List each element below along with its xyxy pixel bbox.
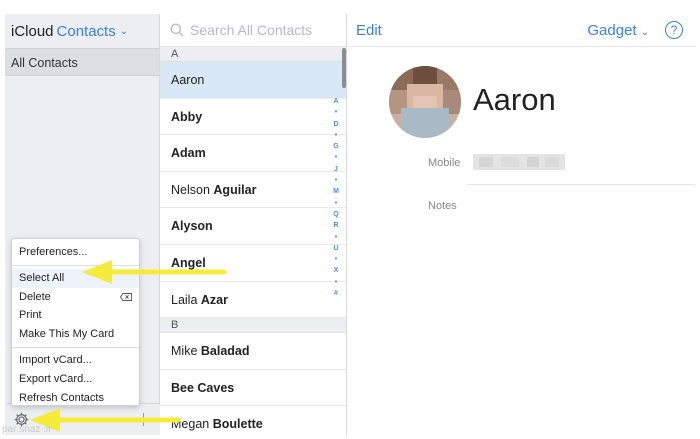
account-name: Gadget: [587, 22, 637, 39]
alphabet-index[interactable]: A • D • G • J • M • Q R • U • X • #: [330, 96, 342, 299]
contact-first-name: Mike: [171, 344, 198, 359]
index-letter[interactable]: X: [330, 265, 342, 276]
contact-detail: Edit Gadget ⌄ ? Aaron Mobile Notes: [348, 14, 695, 435]
index-letter[interactable]: #: [330, 288, 342, 299]
contact-row[interactable]: Mike Baladad: [160, 333, 346, 370]
watermark: par snaz .ir: [2, 424, 52, 435]
delete-key-icon: [120, 292, 132, 301]
menu-divider: [12, 346, 139, 348]
index-letter[interactable]: U: [330, 243, 342, 254]
app-name: iCloud: [11, 22, 54, 40]
section-title[interactable]: Contacts: [57, 23, 116, 40]
search-input[interactable]: Search All Contacts: [190, 22, 312, 38]
contact-last-name: Aguilar: [213, 182, 257, 197]
index-letter[interactable]: R: [330, 220, 342, 231]
edit-button[interactable]: Edit: [356, 22, 382, 39]
contact-last-name: Azar: [200, 292, 228, 307]
index-letter[interactable]: •: [330, 107, 342, 118]
annotation-arrow-select-all: [82, 260, 227, 284]
contact-first-name: Laila: [171, 292, 198, 307]
field-label-notes: Notes: [428, 200, 457, 212]
index-letter[interactable]: •: [330, 254, 342, 265]
index-letter[interactable]: •: [330, 232, 342, 243]
index-letter[interactable]: •: [330, 130, 342, 141]
index-letter[interactable]: •: [330, 152, 342, 163]
group-all-contacts[interactable]: All Contacts: [5, 48, 159, 76]
help-button[interactable]: ?: [665, 21, 683, 39]
contact-row[interactable]: Megan Boulette: [160, 406, 346, 435]
menu-item-export-vcard[interactable]: Export vCard...: [12, 370, 139, 389]
avatar: [389, 66, 461, 138]
account-menu[interactable]: Gadget ⌄: [587, 22, 649, 39]
contact-first-name: Abby: [171, 109, 203, 124]
chevron-down-icon[interactable]: ⌄: [120, 26, 128, 37]
menu-item-import-vcard[interactable]: Import vCard...: [12, 351, 139, 370]
contact-last-name: Baladad: [200, 344, 250, 359]
field-label-mobile: Mobile: [428, 157, 461, 169]
contact-row[interactable]: Nelson Aguilar: [160, 172, 346, 209]
mobile-value-redacted: [473, 154, 565, 170]
contact-row[interactable]: Abby: [160, 99, 346, 136]
chevron-down-icon: ⌄: [640, 27, 649, 38]
index-letter[interactable]: •: [330, 277, 342, 288]
contact-row[interactable]: Adam: [160, 135, 346, 172]
menu-item-print[interactable]: Print: [12, 306, 139, 325]
section-header-b: B: [160, 318, 346, 334]
search-bar[interactable]: Search All Contacts: [160, 14, 346, 47]
index-letter[interactable]: Q: [330, 209, 342, 220]
contact-first-name: Nelson: [171, 182, 210, 197]
list-scrollbar[interactable]: [342, 48, 346, 88]
contact-first-name: Adam: [171, 146, 206, 161]
contact-first-name: Aaron: [171, 73, 205, 87]
contact-row[interactable]: Bee Caves: [160, 370, 346, 407]
menu-item-make-my-card[interactable]: Make This My Card: [12, 325, 139, 344]
index-letter[interactable]: •: [330, 198, 342, 209]
index-letter[interactable]: G: [330, 141, 342, 152]
menu-item-delete[interactable]: Delete: [12, 288, 139, 307]
index-letter[interactable]: •: [330, 175, 342, 186]
contact-list: Search All Contacts A Aaron Abby Adam Ne…: [160, 14, 347, 435]
sidebar-header[interactable]: iCloud Contacts ⌄: [5, 14, 159, 48]
search-icon: [170, 23, 184, 37]
index-letter[interactable]: J: [330, 164, 342, 175]
contact-first-name: Alyson: [171, 219, 213, 234]
group-list: All Contacts: [5, 48, 159, 76]
contact-row[interactable]: Aaron: [160, 62, 346, 99]
contact-first-name: Bee Caves: [171, 380, 235, 395]
field-divider: [466, 184, 695, 185]
contact-last-name: Boulette: [212, 417, 263, 432]
contact-name: Aaron: [473, 82, 556, 117]
section-header-a: A: [160, 47, 346, 62]
contact-row[interactable]: Alyson: [160, 208, 346, 245]
icloud-contacts-app: iCloud Contacts ⌄ All Contacts Preferenc…: [0, 0, 700, 439]
index-letter[interactable]: D: [330, 119, 342, 130]
menu-item-delete-label: Delete: [19, 290, 51, 303]
index-letter[interactable]: M: [330, 186, 342, 197]
index-letter[interactable]: A: [330, 96, 342, 107]
detail-toolbar: Edit Gadget ⌄ ?: [348, 14, 695, 47]
